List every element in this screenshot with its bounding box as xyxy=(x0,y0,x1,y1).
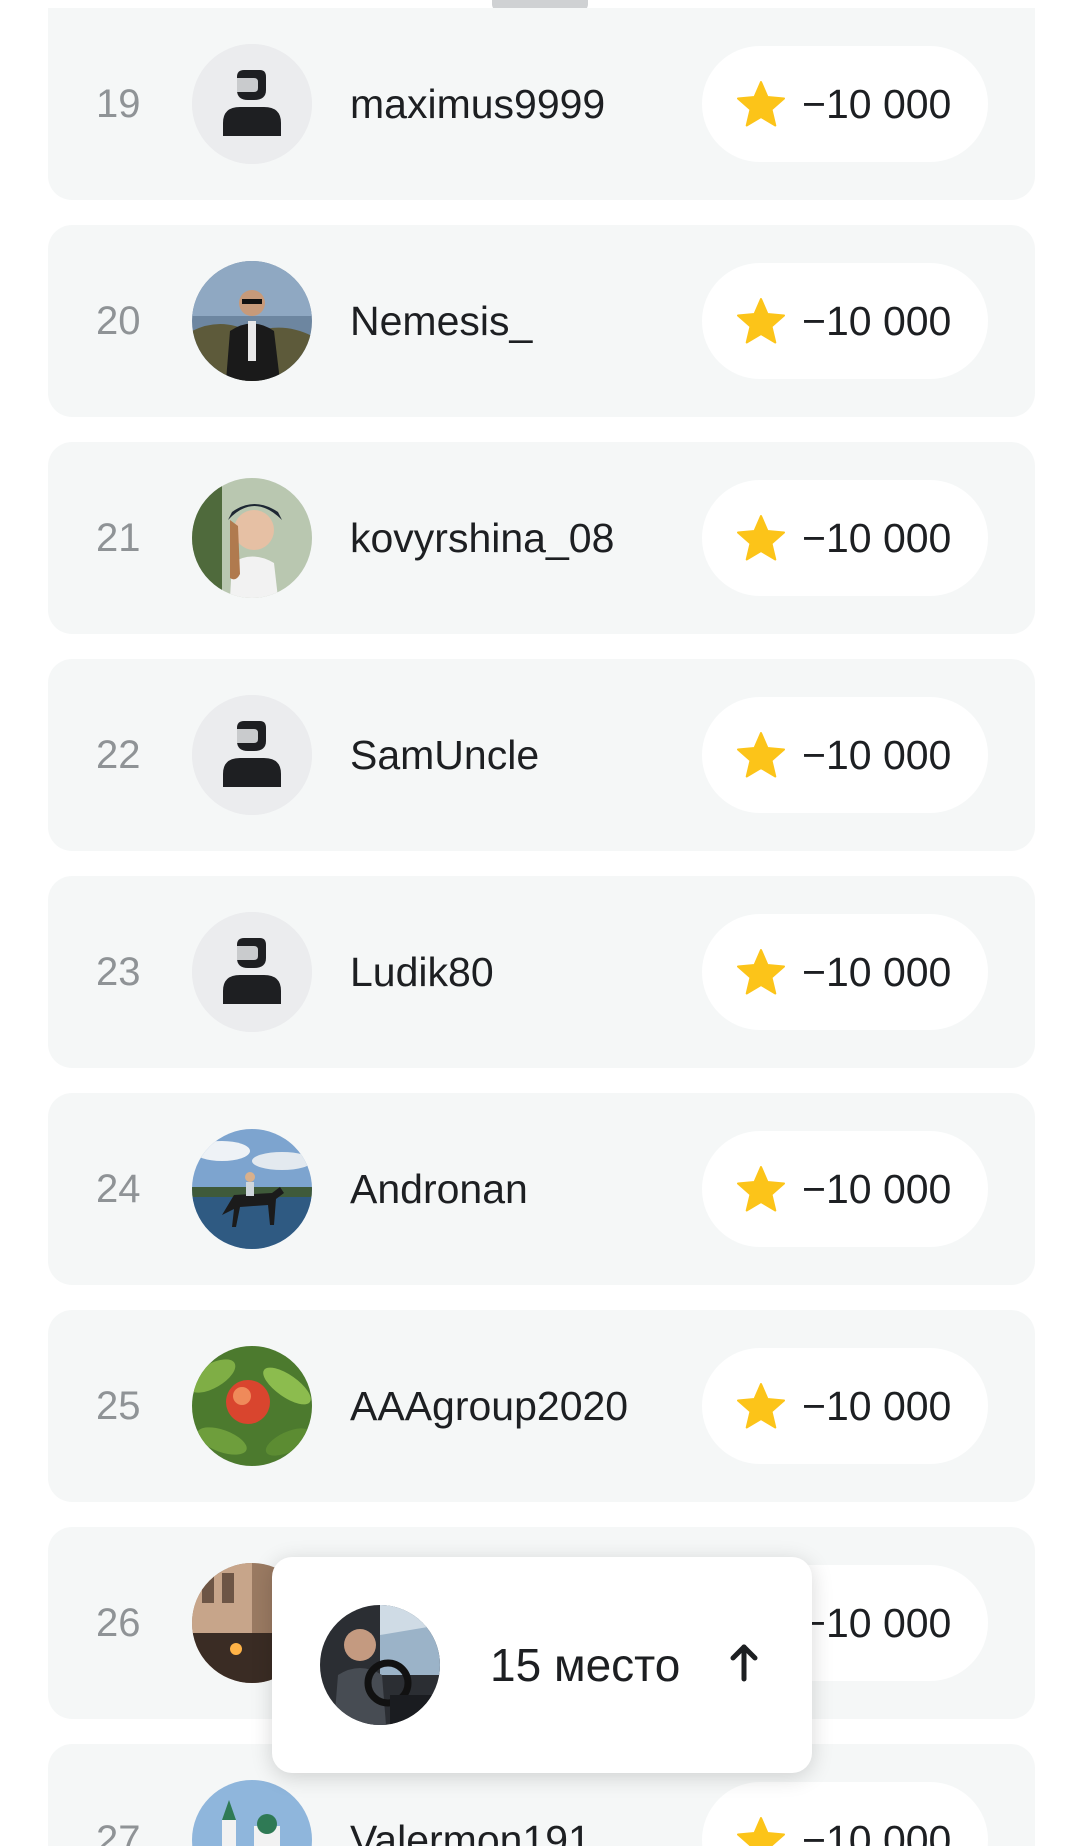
rank-number: 20 xyxy=(96,298,141,343)
star-icon xyxy=(737,1817,785,1846)
my-avatar xyxy=(320,1605,440,1725)
rank-number: 25 xyxy=(96,1383,141,1428)
rank-number: 21 xyxy=(96,515,141,560)
username: Andronan xyxy=(350,1165,528,1212)
rank-number: 22 xyxy=(96,732,141,777)
leaderboard-row[interactable]: 21 kovyrshina_08 −10 000 xyxy=(48,442,1035,634)
leaderboard-row[interactable]: 19 maximus9999 −10 000 xyxy=(48,8,1035,200)
score-value: −10 000 xyxy=(802,1599,952,1646)
score-badge: −10 000 xyxy=(702,263,988,379)
rank-number: 26 xyxy=(96,1600,141,1645)
score-badge: −10 000 xyxy=(702,46,988,162)
rank-number: 24 xyxy=(96,1166,141,1211)
rank-number: 23 xyxy=(96,949,141,994)
score-badge: −10 000 xyxy=(702,1348,988,1464)
star-icon xyxy=(737,1383,785,1429)
username: maximus9999 xyxy=(350,80,606,127)
score-badge: −10 000 xyxy=(702,1131,988,1247)
leaderboard-row[interactable]: 20 Nemesis_ −10 000 xyxy=(48,225,1035,417)
arrow-up-icon[interactable] xyxy=(728,1643,760,1683)
leaderboard-row[interactable]: 23 Ludik80 −10 000 xyxy=(48,876,1035,1068)
user-avatar xyxy=(192,1129,312,1249)
user-avatar xyxy=(192,1346,312,1466)
username: AAAgroup2020 xyxy=(350,1382,629,1429)
default-avatar-icon xyxy=(192,695,312,815)
score-value: −10 000 xyxy=(802,297,952,344)
score-value: −10 000 xyxy=(802,948,952,995)
score-value: −10 000 xyxy=(802,731,952,778)
username: Ludik80 xyxy=(350,948,494,995)
star-icon xyxy=(737,81,785,127)
score-badge: −10 000 xyxy=(702,697,988,813)
score-value: −10 000 xyxy=(802,80,952,127)
my-position-label: 15 место xyxy=(490,1639,681,1691)
star-icon xyxy=(737,515,785,561)
rank-number: 27 xyxy=(96,1817,141,1846)
star-icon xyxy=(737,298,785,344)
default-avatar-icon xyxy=(192,912,312,1032)
score-value: −10 000 xyxy=(802,514,952,561)
score-value: −10 000 xyxy=(802,1382,952,1429)
star-icon xyxy=(737,732,785,778)
score-value: −10 000 xyxy=(802,1165,952,1212)
score-badge: −10 000 xyxy=(702,1782,988,1846)
rank-number: 19 xyxy=(96,81,141,126)
star-icon xyxy=(737,949,785,995)
leaderboard-row[interactable]: 22 SamUncle −10 000 xyxy=(48,659,1035,851)
my-position-popup[interactable]: 15 место xyxy=(272,1557,812,1773)
leaderboard-row[interactable]: 24 Andronan −10 000 xyxy=(48,1093,1035,1285)
default-avatar-icon xyxy=(192,44,312,164)
username: SamUncle xyxy=(350,731,540,778)
star-icon xyxy=(737,1166,785,1212)
username: Nemesis_ xyxy=(350,297,533,344)
user-avatar xyxy=(192,261,312,381)
score-badge: −10 000 xyxy=(702,480,988,596)
leaderboard-row[interactable]: 25 AAAgroup2020 −10 000 xyxy=(48,1310,1035,1502)
score-badge: −10 000 xyxy=(702,914,988,1030)
username: kovyrshina_08 xyxy=(350,514,615,561)
score-value: −10 000 xyxy=(802,1816,952,1846)
user-avatar xyxy=(192,1780,312,1846)
user-avatar xyxy=(192,478,312,598)
